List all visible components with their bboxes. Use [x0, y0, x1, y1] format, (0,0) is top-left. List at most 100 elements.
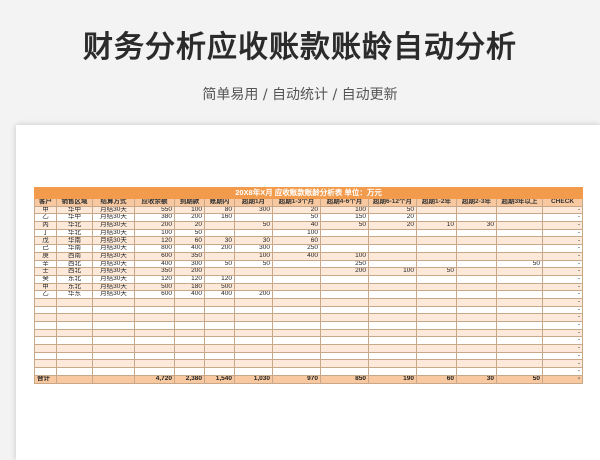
table-cell[interactable]: 200: [134, 221, 175, 230]
table-cell[interactable]: 西南: [56, 251, 93, 261]
table-cell[interactable]: 500: [204, 282, 235, 292]
table-cell[interactable]: -: [541, 321, 584, 330]
table-cell[interactable]: [134, 351, 175, 361]
table-cell[interactable]: [496, 290, 543, 299]
table-cell[interactable]: 丙: [34, 221, 57, 230]
table-cell[interactable]: [320, 290, 369, 299]
table-cell[interactable]: 80: [204, 205, 235, 215]
table-cell[interactable]: [234, 328, 273, 338]
table-cell[interactable]: 丁: [34, 228, 57, 238]
table-cell[interactable]: 月结30天: [92, 236, 135, 246]
table-cell[interactable]: -: [541, 297, 584, 307]
table-cell[interactable]: [456, 236, 497, 246]
table-cell[interactable]: 月结30天: [92, 274, 135, 284]
table-cell[interactable]: [134, 313, 175, 322]
table-cell[interactable]: [320, 321, 369, 330]
table-cell[interactable]: [496, 359, 543, 369]
table-cell[interactable]: 380: [134, 213, 175, 223]
table-cell[interactable]: [456, 274, 497, 284]
table-cell[interactable]: [234, 213, 273, 223]
table-cell[interactable]: 月结30天: [92, 290, 135, 299]
table-cell[interactable]: [272, 328, 321, 338]
table-cell[interactable]: [320, 328, 369, 338]
table-cell[interactable]: [416, 205, 457, 215]
table-cell[interactable]: [368, 313, 417, 322]
table-cell[interactable]: [204, 313, 235, 322]
table-cell[interactable]: [234, 267, 273, 276]
table-cell[interactable]: [496, 297, 543, 307]
table-cell[interactable]: [174, 305, 205, 315]
table-cell[interactable]: [56, 313, 93, 322]
table-cell[interactable]: [456, 244, 497, 253]
table-cell[interactable]: [368, 367, 417, 376]
table-cell[interactable]: [368, 344, 417, 353]
table-cell[interactable]: [456, 305, 497, 315]
table-cell[interactable]: 400: [204, 290, 235, 299]
table-cell[interactable]: -: [541, 267, 584, 276]
table-cell[interactable]: 月结30天: [92, 244, 135, 253]
table-cell[interactable]: [416, 305, 457, 315]
table-cell[interactable]: [416, 297, 457, 307]
table-cell[interactable]: [272, 351, 321, 361]
table-cell[interactable]: [456, 205, 497, 215]
table-cell[interactable]: [56, 367, 93, 376]
table-cell[interactable]: 东北: [56, 274, 93, 284]
table-cell[interactable]: [204, 367, 235, 376]
table-cell[interactable]: -: [541, 244, 584, 253]
table-cell[interactable]: [368, 351, 417, 361]
table-cell[interactable]: [320, 244, 369, 253]
table-cell[interactable]: [56, 344, 93, 353]
table-cell[interactable]: 50: [416, 267, 457, 276]
table-cell[interactable]: [496, 313, 543, 322]
table-cell[interactable]: -: [541, 336, 584, 346]
table-cell[interactable]: [174, 336, 205, 346]
table-cell[interactable]: [56, 297, 93, 307]
table-cell[interactable]: 300: [234, 244, 273, 253]
table-cell[interactable]: 甲: [34, 282, 57, 292]
table-cell[interactable]: [174, 297, 205, 307]
table-cell[interactable]: [456, 321, 497, 330]
table-cell[interactable]: 150: [320, 213, 369, 223]
table-cell[interactable]: [92, 328, 135, 338]
table-cell[interactable]: 50: [234, 259, 273, 269]
table-cell[interactable]: [204, 336, 235, 346]
table-cell[interactable]: [34, 351, 57, 361]
table-cell[interactable]: [320, 305, 369, 315]
table-cell[interactable]: [496, 213, 543, 223]
table-cell[interactable]: [496, 321, 543, 330]
table-cell[interactable]: [456, 228, 497, 238]
table-cell[interactable]: [416, 228, 457, 238]
table-cell[interactable]: -: [541, 221, 584, 230]
table-cell[interactable]: 50: [204, 259, 235, 269]
table-cell[interactable]: [456, 367, 497, 376]
table-cell[interactable]: [456, 267, 497, 276]
table-cell[interactable]: 癸: [34, 274, 57, 284]
table-cell[interactable]: [272, 305, 321, 315]
table-cell[interactable]: [496, 244, 543, 253]
table-cell[interactable]: 甲: [34, 205, 57, 215]
table-cell[interactable]: [456, 351, 497, 361]
table-cell[interactable]: 己: [34, 244, 57, 253]
table-cell[interactable]: 250: [272, 244, 321, 253]
table-cell[interactable]: 西北: [56, 267, 93, 276]
table-cell[interactable]: [416, 328, 457, 338]
table-cell[interactable]: [234, 344, 273, 353]
table-cell[interactable]: [272, 259, 321, 269]
table-cell[interactable]: [456, 297, 497, 307]
table-cell[interactable]: [416, 290, 457, 299]
table-cell[interactable]: 华中: [56, 213, 93, 223]
table-cell[interactable]: 600: [134, 290, 175, 299]
table-cell[interactable]: [320, 228, 369, 238]
table-cell[interactable]: [456, 282, 497, 292]
table-cell[interactable]: -: [541, 344, 584, 353]
table-cell[interactable]: 西北: [56, 259, 93, 269]
table-cell[interactable]: [234, 359, 273, 369]
table-cell[interactable]: [456, 313, 497, 322]
table-cell[interactable]: [368, 290, 417, 299]
table-cell[interactable]: -: [541, 228, 584, 238]
table-cell[interactable]: [174, 367, 205, 376]
table-cell[interactable]: [92, 321, 135, 330]
table-cell[interactable]: [134, 344, 175, 353]
table-cell[interactable]: [234, 313, 273, 322]
table-cell[interactable]: 华东: [56, 290, 93, 299]
